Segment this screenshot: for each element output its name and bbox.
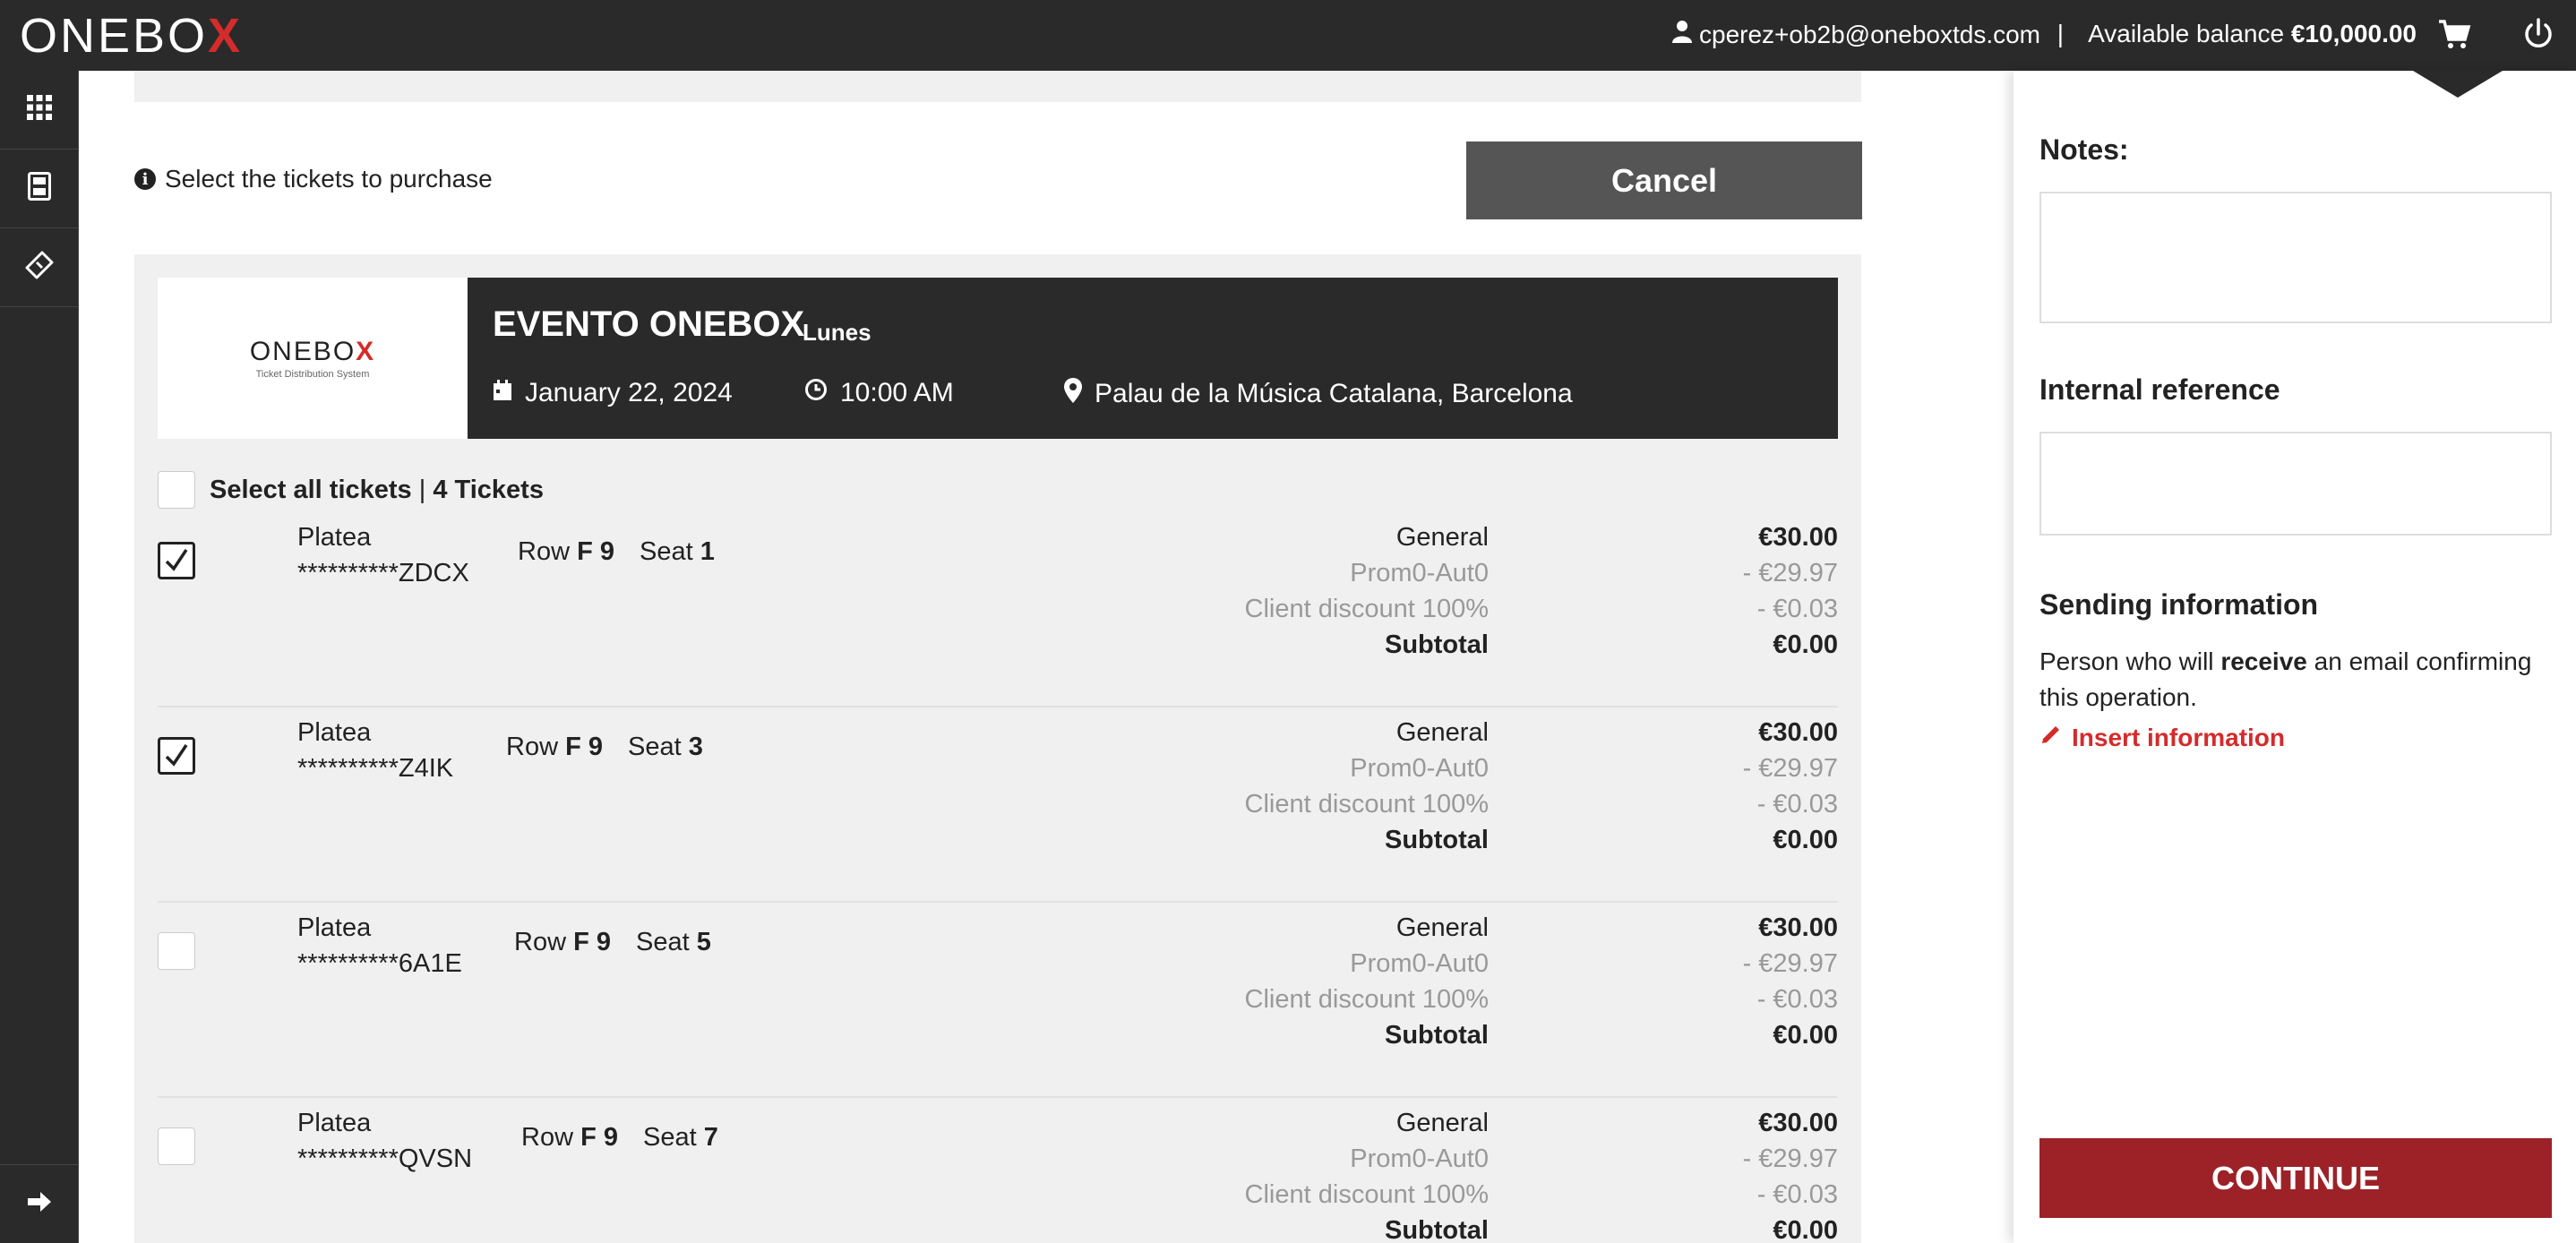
ticket-row-info: Row F 9 (514, 928, 611, 956)
ticket-icon (24, 250, 55, 285)
ticket-zone: Platea **********QVSN (297, 1105, 472, 1177)
sidebar-item-calculator[interactable] (0, 150, 79, 228)
info-icon: i (134, 168, 156, 190)
clock-icon (804, 378, 828, 408)
cancel-button[interactable]: Cancel (1466, 141, 1862, 219)
event-header: ONEBOX Ticket Distribution System EVENTO… (158, 278, 1838, 439)
ticket-row: Platea **********QVSN Row F 9 Seat 7 Gen… (158, 1098, 1838, 1243)
ticket-code: **********Z4IK (297, 754, 454, 783)
event-logo-subtitle: Ticket Distribution System (255, 369, 370, 380)
ticket-seat-info: Seat 7 (643, 1123, 718, 1152)
internal-reference-label: Internal reference (2039, 373, 2280, 406)
ticket-row-info: Row F 9 (506, 733, 603, 761)
select-all-checkbox[interactable] (158, 471, 195, 509)
instruction-text: Select the tickets to purchase (165, 165, 493, 193)
apps-grid-icon (26, 94, 53, 125)
ticket-row: Platea **********Z4IK Row F 9 Seat 3 Gen… (158, 707, 1838, 903)
ticket-zone: Platea **********Z4IK (297, 715, 453, 786)
main-content: i Select the tickets to purchase Cancel … (79, 71, 2014, 1243)
available-balance: Available balance €10,000.00 (2088, 20, 2417, 48)
tickets-count: 4 Tickets (433, 475, 544, 504)
price-labels: General Prom0-Aut0 Client discount 100% … (1244, 913, 1489, 1050)
internal-reference-field[interactable] (2039, 432, 2552, 536)
continue-button[interactable]: CONTINUE (2039, 1138, 2552, 1218)
user-icon (1672, 20, 1692, 49)
ticket-code: **********ZDCX (297, 559, 469, 587)
ticket-row: Platea **********ZDCX Row F 9 Seat 1 Gen… (158, 512, 1838, 707)
select-all-tickets[interactable]: Select all tickets | 4 Tickets (158, 471, 544, 509)
select-all-label: Select all tickets (210, 475, 412, 504)
ticket-code: **********6A1E (297, 949, 462, 978)
sidebar-item-apps[interactable] (0, 71, 79, 150)
sidebar-collapse[interactable] (0, 1164, 79, 1243)
ticket-seat-info: Seat 5 (636, 928, 711, 956)
notes-label: Notes: (2039, 133, 2129, 166)
event-title: EVENTO ONEBOX (493, 304, 805, 344)
checkmark-icon (165, 744, 188, 767)
price-values: €30.00 - €29.97 - €0.03 €0.00 (1742, 718, 1838, 854)
pencil-icon (2039, 723, 2063, 752)
checkmark-icon (165, 549, 188, 571)
arrow-right-icon (26, 1190, 53, 1218)
previous-section-strip (134, 71, 1861, 102)
price-labels: General Prom0-Aut0 Client discount 100% … (1244, 523, 1489, 659)
sidebar-item-tickets[interactable] (0, 228, 79, 307)
price-labels: General Prom0-Aut0 Client discount 100% … (1244, 718, 1489, 854)
onebox-logo[interactable]: ONEBOX (20, 9, 243, 63)
calculator-icon (28, 172, 51, 205)
ticket-zone: Platea **********ZDCX (297, 519, 469, 591)
event-venue: Palau de la Música Catalana, Barcelona (1064, 378, 1573, 410)
cart-icon[interactable] (2436, 16, 2472, 52)
order-side-panel: Notes: Internal reference Sending inform… (2014, 71, 2576, 1243)
balance-label: Available balance (2088, 20, 2285, 47)
ticket-seat-info: Seat 3 (628, 733, 703, 761)
price-labels: General Prom0-Aut0 Client discount 100% … (1244, 1109, 1489, 1243)
location-pin-icon (1064, 378, 1082, 410)
ticket-selection-panel: ONEBOX Ticket Distribution System EVENTO… (134, 254, 1861, 1243)
ticket-row-info: Row F 9 (518, 537, 614, 566)
ticket-row-info: Row F 9 (521, 1123, 618, 1152)
balance-value: €10,000.00 (2290, 20, 2417, 47)
ticket-code: **********QVSN (297, 1144, 473, 1173)
ticket-checkbox[interactable] (158, 542, 195, 579)
ticket-checkbox[interactable] (158, 932, 195, 970)
event-time: 10:00 AM (804, 378, 954, 408)
top-bar: ONEBOX cperez+ob2b@oneboxtds.com | Avail… (0, 0, 2576, 71)
ticket-checkbox[interactable] (158, 1127, 195, 1165)
notes-field[interactable] (2039, 192, 2552, 323)
ticket-checkbox[interactable] (158, 737, 195, 775)
event-date: January 22, 2024 (493, 378, 733, 408)
panel-caret (2413, 71, 2503, 98)
instruction: i Select the tickets to purchase (134, 165, 493, 193)
price-values: €30.00 - €29.97 - €0.03 €0.00 (1742, 523, 1838, 659)
header-separator: | (2057, 20, 2064, 47)
sending-information-text: Person who will receive an email confirm… (2039, 647, 2532, 711)
ticket-seat-info: Seat 1 (640, 537, 715, 566)
calendar-icon (493, 378, 512, 408)
user-account[interactable]: cperez+ob2b@oneboxtds.com (1672, 20, 2040, 49)
event-logo: ONEBOX Ticket Distribution System (158, 278, 468, 439)
sending-information-title: Sending information (2039, 588, 2319, 621)
insert-information-link[interactable]: Insert information (2039, 723, 2285, 752)
ticket-row: Platea **********6A1E Row F 9 Seat 5 Gen… (158, 903, 1838, 1098)
price-values: €30.00 - €29.97 - €0.03 €0.00 (1742, 1109, 1838, 1243)
price-values: €30.00 - €29.97 - €0.03 €0.00 (1742, 913, 1838, 1050)
ticket-zone: Platea **********6A1E (297, 910, 462, 982)
left-sidebar (0, 71, 79, 1243)
user-email: cperez+ob2b@oneboxtds.com (1699, 20, 2040, 48)
power-icon[interactable] (2520, 16, 2556, 52)
event-day: Lunes (803, 319, 872, 346)
